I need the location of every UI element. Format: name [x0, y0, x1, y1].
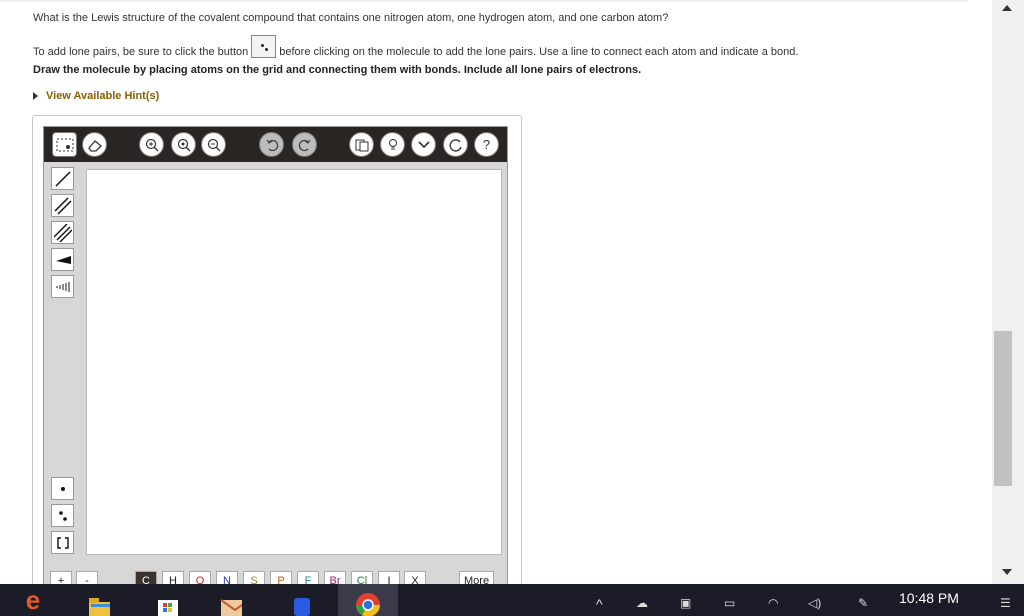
element-button[interactable]: H: [162, 571, 184, 584]
element-button[interactable]: Br: [324, 571, 346, 584]
eraser-icon[interactable]: [82, 132, 107, 157]
instructions-after: before clicking on the molecule to add t…: [279, 45, 799, 58]
help-icon[interactable]: ?: [474, 132, 499, 157]
element-button[interactable]: +: [50, 571, 72, 584]
element-button[interactable]: Cl: [351, 571, 373, 584]
redo-icon[interactable]: [292, 132, 317, 157]
triple-bond-icon[interactable]: [51, 221, 74, 244]
element-button[interactable]: P: [270, 571, 292, 584]
zoom-out-icon[interactable]: [201, 132, 226, 157]
expand-triangle-icon: [33, 92, 38, 100]
drawing-canvas[interactable]: [86, 169, 502, 555]
chevron-down-icon[interactable]: [411, 132, 436, 157]
template-icon[interactable]: [349, 132, 374, 157]
store-icon[interactable]: [156, 593, 178, 616]
cloud-icon[interactable]: ☁: [636, 596, 648, 610]
question-text: What is the Lewis structure of the coval…: [33, 12, 669, 24]
bond-tool-column: [48, 167, 77, 567]
zoom-fit-icon[interactable]: [171, 132, 196, 157]
select-icon[interactable]: [52, 132, 77, 157]
file-explorer-icon[interactable]: [88, 593, 110, 616]
network-icon[interactable]: ▣: [680, 596, 691, 610]
volume-icon[interactable]: ◁): [808, 596, 821, 610]
one-electron-icon[interactable]: [51, 477, 74, 500]
hash-bond-icon[interactable]: [51, 275, 74, 298]
draw-instruction: Draw the molecule by placing atoms on th…: [33, 64, 642, 76]
wedge-bond-icon[interactable]: [51, 248, 74, 271]
top-divider: [0, 0, 968, 2]
hint-label: View Available Hint(s): [46, 90, 160, 102]
lone-pair-instructions: To add lone pairs, be sure to click the …: [33, 35, 799, 63]
view-hints-link[interactable]: View Available Hint(s): [33, 90, 159, 102]
windows-taskbar: e ^ ☁ ▣ ▭ ◠ ◁) ✎ 10:48 PM ☰: [0, 584, 1024, 616]
element-button[interactable]: C: [135, 571, 157, 584]
lightbulb-icon[interactable]: [380, 132, 405, 157]
double-bond-icon[interactable]: [51, 194, 74, 217]
instructions-before: To add lone pairs, be sure to click the …: [33, 45, 249, 58]
notification-icon[interactable]: ☰: [1000, 596, 1011, 610]
element-button[interactable]: F: [297, 571, 319, 584]
editor-toolbar: ?: [44, 127, 507, 162]
taskbar-clock[interactable]: 10:48 PM: [899, 590, 959, 606]
single-bond-icon[interactable]: [51, 167, 74, 190]
scroll-up-icon[interactable]: [1002, 5, 1012, 11]
app-icon-blue[interactable]: [290, 593, 312, 616]
mail-icon[interactable]: [220, 593, 242, 616]
element-button[interactable]: N: [216, 571, 238, 584]
more-elements-button[interactable]: More: [459, 571, 495, 584]
edge-browser-icon[interactable]: e: [22, 585, 44, 616]
page-scrollbar[interactable]: [992, 0, 1024, 584]
element-button[interactable]: X: [404, 571, 426, 584]
wifi-icon[interactable]: ◠: [768, 596, 778, 610]
lone-pair-icon[interactable]: [51, 504, 74, 527]
battery-icon[interactable]: ▭: [724, 596, 735, 610]
zoom-in-icon[interactable]: [139, 132, 164, 157]
element-button[interactable]: O: [189, 571, 211, 584]
undo-icon[interactable]: [259, 132, 284, 157]
element-palette: + - C H O N S P F Br Cl I X More: [44, 568, 507, 584]
scroll-down-icon[interactable]: [1002, 569, 1012, 575]
chrome-icon[interactable]: [338, 584, 398, 616]
scroll-thumb[interactable]: [994, 331, 1012, 486]
molecule-editor: ? + - C H O N S P F Br Cl I X More: [43, 126, 508, 584]
element-button[interactable]: -: [76, 571, 98, 584]
pen-icon[interactable]: ✎: [858, 596, 868, 610]
assignment-page: What is the Lewis structure of the coval…: [0, 0, 992, 584]
tray-chevron-up-icon[interactable]: ^: [596, 596, 603, 612]
refresh-icon[interactable]: [443, 132, 468, 157]
lone-pair-button-example: [251, 35, 277, 58]
element-button[interactable]: I: [378, 571, 400, 584]
bracket-icon[interactable]: [51, 531, 74, 554]
element-button[interactable]: S: [243, 571, 265, 584]
